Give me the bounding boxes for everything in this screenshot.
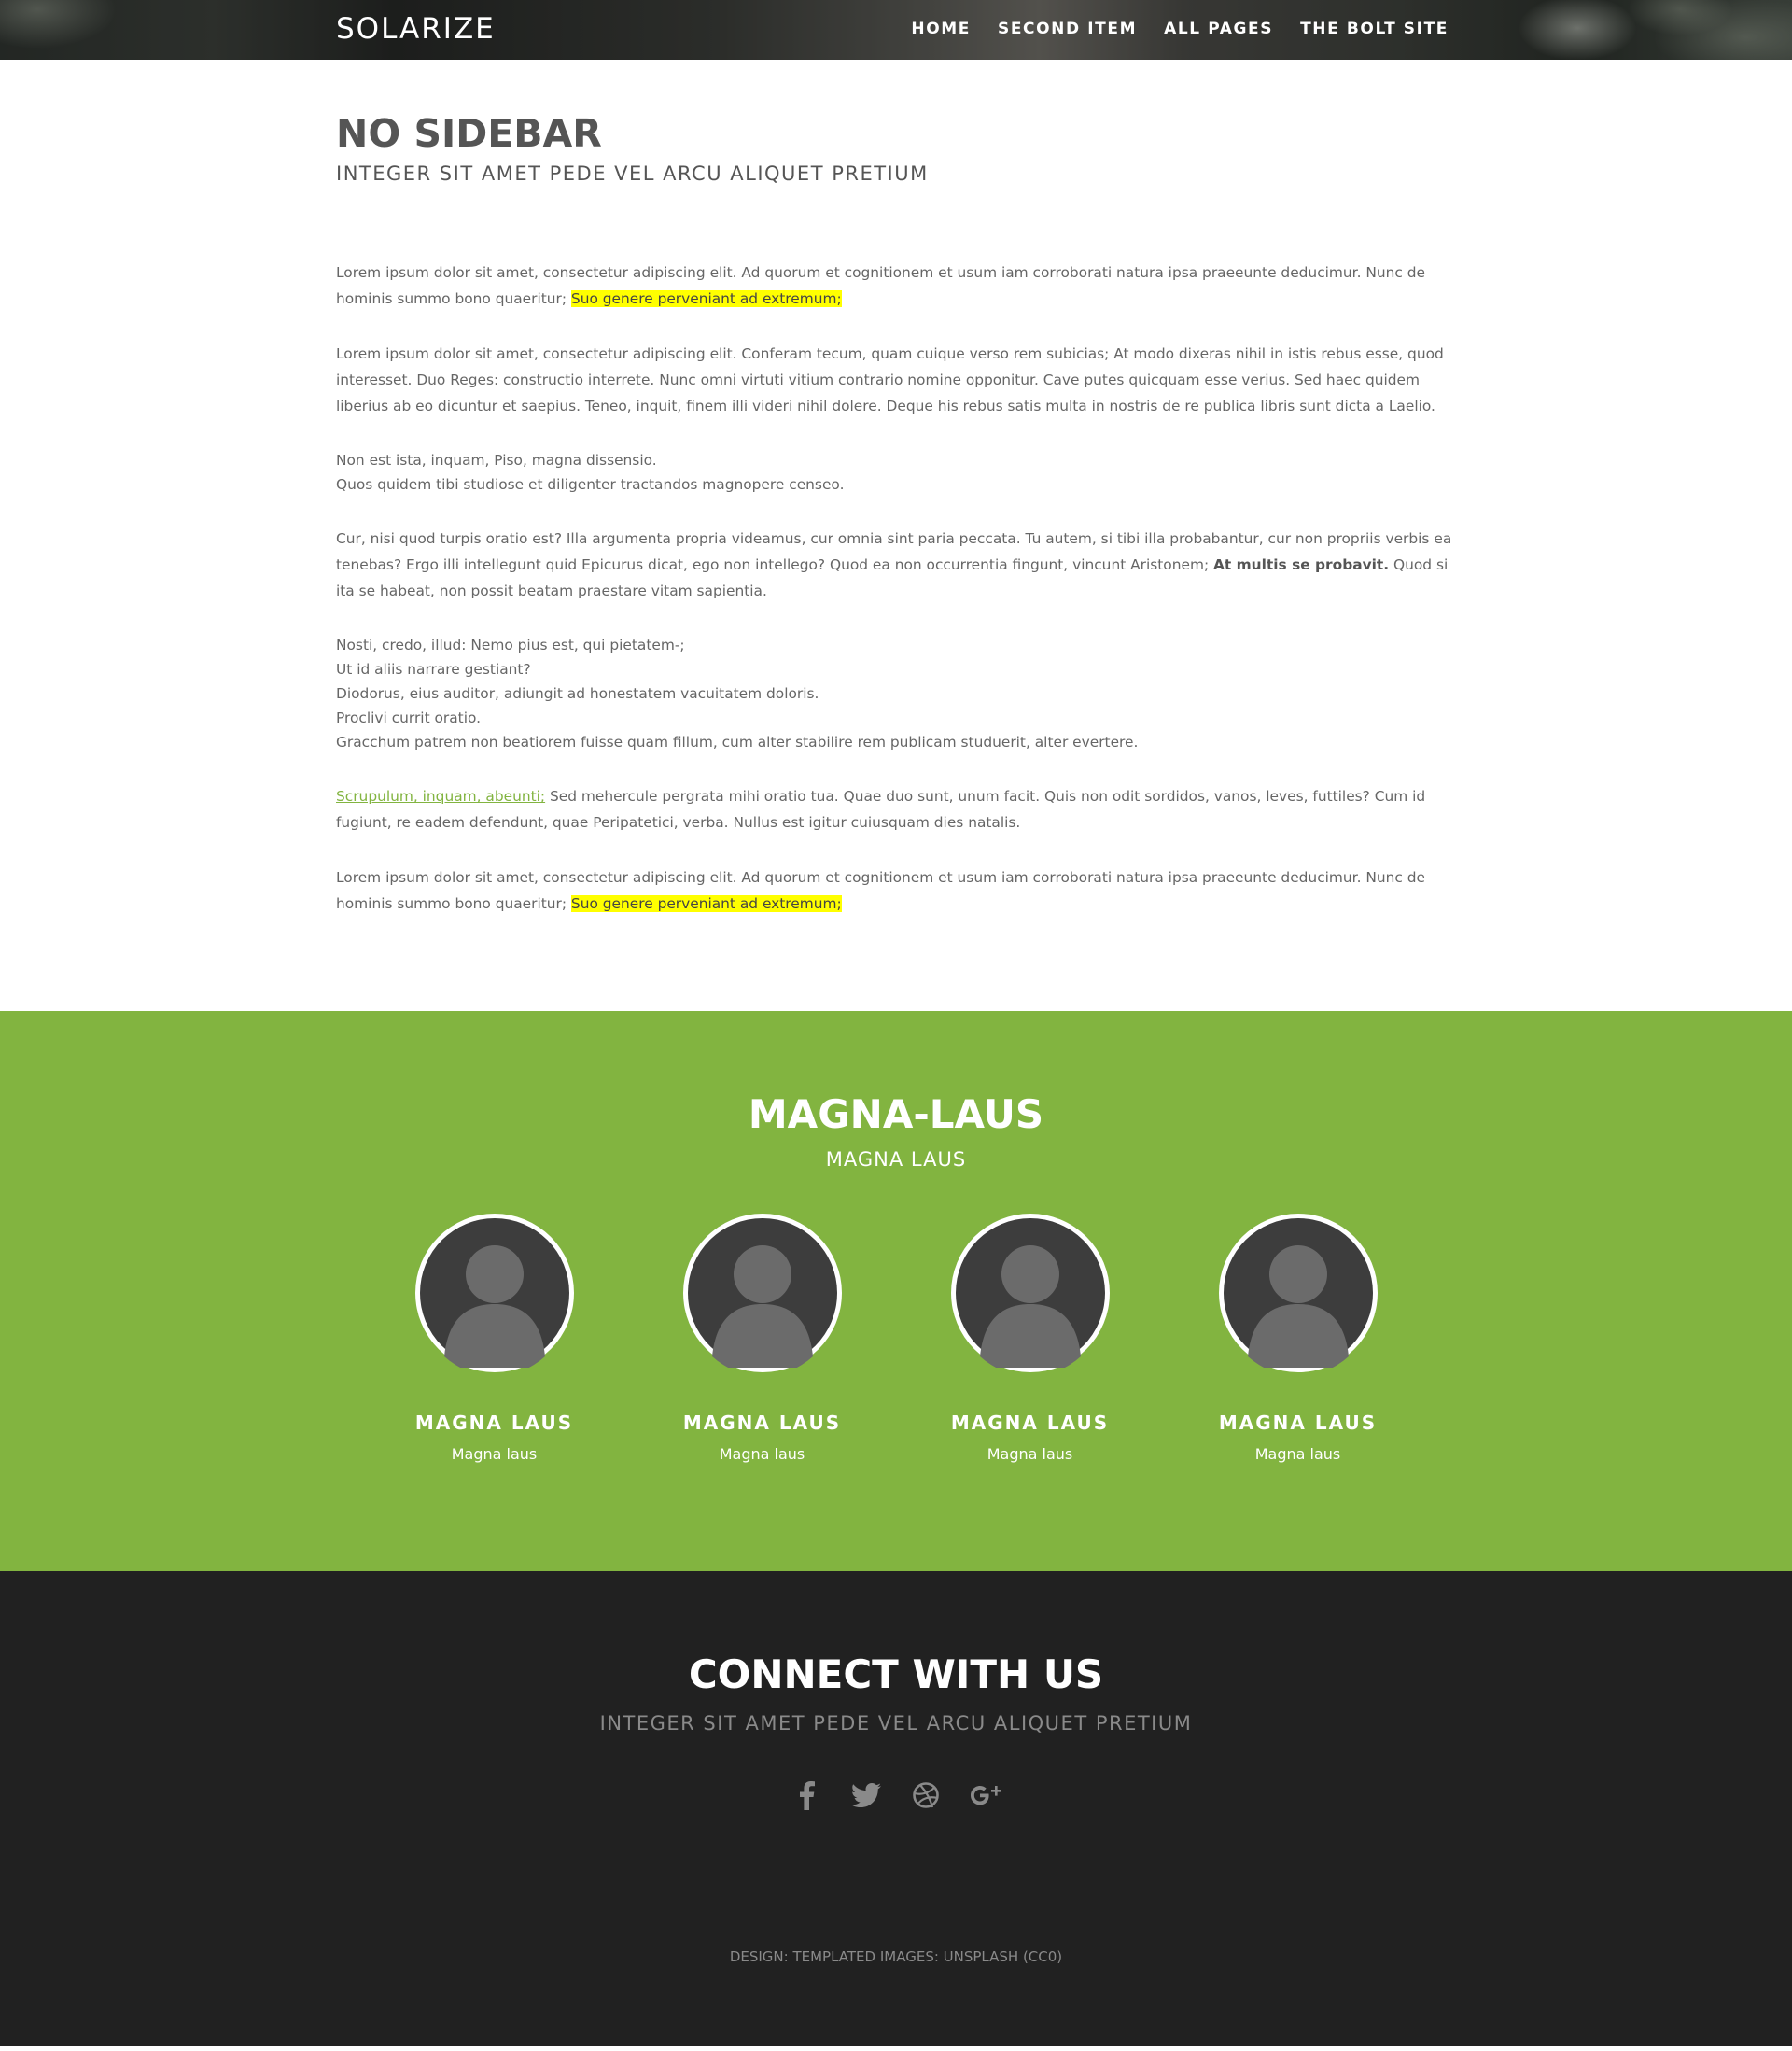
highlighted-text: Suo genere perveniant ad extremum; bbox=[570, 895, 842, 913]
team-member: MAGNA LAUS Magna laus bbox=[896, 1213, 1164, 1463]
article-body: Lorem ipsum dolor sit amet, consectetur … bbox=[336, 260, 1456, 917]
team-member: MAGNA LAUS Magna laus bbox=[1164, 1213, 1432, 1463]
twitter-icon[interactable] bbox=[850, 1779, 882, 1811]
member-name: MAGNA LAUS bbox=[682, 1411, 842, 1434]
avatar bbox=[1218, 1213, 1378, 1372]
member-name: MAGNA LAUS bbox=[1218, 1411, 1378, 1434]
paragraph-4: Cur, nisi quod turpis oratio est? Illa a… bbox=[336, 526, 1456, 604]
member-name: MAGNA LAUS bbox=[414, 1411, 574, 1434]
paragraph-line: Diodorus, eius auditor, adiungit ad hone… bbox=[336, 685, 819, 703]
paragraph-5: Nosti, credo, illud: Nemo pius est, qui … bbox=[336, 633, 1456, 754]
user-avatar-icon bbox=[419, 1217, 569, 1368]
paragraph-line: Nosti, credo, illud: Nemo pius est, qui … bbox=[336, 637, 685, 654]
social-links bbox=[0, 1779, 1792, 1811]
avatar bbox=[682, 1213, 842, 1372]
member-role: Magna laus bbox=[719, 1444, 805, 1463]
member-role: Magna laus bbox=[987, 1444, 1073, 1463]
paragraph-7: Lorem ipsum dolor sit amet, consectetur … bbox=[336, 864, 1456, 917]
footer-subtitle: INTEGER SIT AMET PEDE VEL ARCU ALIQUET P… bbox=[599, 1711, 1193, 1735]
user-avatar-icon bbox=[1223, 1217, 1373, 1368]
nav-item-second-item[interactable]: SECOND ITEM bbox=[998, 20, 1137, 38]
highlighted-text: Suo genere perveniant ad extremum; bbox=[570, 290, 842, 308]
member-name: MAGNA LAUS bbox=[950, 1411, 1110, 1434]
paragraph-text: Lorem ipsum dolor sit amet, consectetur … bbox=[336, 264, 1425, 308]
paragraph-text: Lorem ipsum dolor sit amet, consectetur … bbox=[336, 869, 1425, 913]
team-title: MAGNA-LAUS bbox=[748, 1091, 1044, 1138]
user-avatar-icon bbox=[955, 1217, 1105, 1368]
dribbble-icon[interactable] bbox=[910, 1779, 942, 1811]
footer-title: CONNECT WITH US bbox=[688, 1651, 1104, 1698]
member-role: Magna laus bbox=[1254, 1444, 1341, 1463]
nav-item-all-pages[interactable]: ALL PAGES bbox=[1164, 20, 1273, 38]
team-member: MAGNA LAUS Magna laus bbox=[360, 1213, 628, 1463]
nav-item-home[interactable]: HOME bbox=[911, 20, 971, 38]
nav-item-the-bolt-site[interactable]: THE BOLT SITE bbox=[1300, 20, 1449, 38]
page-subtitle: INTEGER SIT AMET PEDE VEL ARCU ALIQUET P… bbox=[336, 162, 929, 186]
paragraph-line: Gracchum patrem non beatiorem fuisse qua… bbox=[336, 734, 1139, 752]
avatar bbox=[950, 1213, 1110, 1372]
paragraph-line: Quos quidem tibi studiose et diligenter … bbox=[336, 476, 845, 494]
user-avatar-icon bbox=[687, 1217, 837, 1368]
paragraph-3: Non est ista, inquam, Piso, magna dissen… bbox=[336, 448, 1456, 497]
paragraph-6: Scrupulum, inquam, abeunti; Sed mehercul… bbox=[336, 783, 1456, 836]
facebook-icon[interactable] bbox=[791, 1779, 822, 1811]
team-member: MAGNA LAUS Magna laus bbox=[628, 1213, 896, 1463]
paragraph-2: Lorem ipsum dolor sit amet, consectetur … bbox=[336, 345, 1444, 415]
main-nav: HOME SECOND ITEM ALL PAGES THE BOLT SITE bbox=[911, 20, 1449, 38]
team-members: MAGNA LAUS Magna laus MAGNA LAUS Magna l… bbox=[360, 1213, 1432, 1463]
google-plus-icon[interactable] bbox=[970, 1779, 1001, 1811]
page-title: NO SIDEBAR bbox=[336, 111, 602, 156]
bold-text: At multis se probavit. bbox=[1213, 556, 1390, 574]
paragraph-line: Proclivi currit oratio. bbox=[336, 709, 482, 727]
copyright: DESIGN: TEMPLATED IMAGES: UNSPLASH (CC0) bbox=[729, 1947, 1063, 1965]
site-footer: CONNECT WITH US INTEGER SIT AMET PEDE VE… bbox=[0, 1571, 1792, 2047]
team-section: MAGNA-LAUS MAGNA LAUS MAGNA LAUS Magna l… bbox=[0, 1011, 1792, 1572]
team-subtitle: MAGNA LAUS bbox=[825, 1147, 967, 1171]
member-role: Magna laus bbox=[451, 1444, 538, 1463]
paragraph-line: Non est ista, inquam, Piso, magna dissen… bbox=[336, 452, 657, 470]
paragraph-line: Ut id aliis narrare gestiant? bbox=[336, 661, 531, 679]
main-content: NO SIDEBAR INTEGER SIT AMET PEDE VEL ARC… bbox=[0, 60, 1792, 1011]
avatar bbox=[414, 1213, 574, 1372]
site-header: SOLARIZE HOME SECOND ITEM ALL PAGES THE … bbox=[0, 0, 1792, 60]
site-logo[interactable]: SOLARIZE bbox=[336, 12, 496, 46]
paragraph-1: Lorem ipsum dolor sit amet, consectetur … bbox=[336, 260, 1456, 312]
inline-link[interactable]: Scrupulum, inquam, abeunti; bbox=[336, 788, 545, 805]
